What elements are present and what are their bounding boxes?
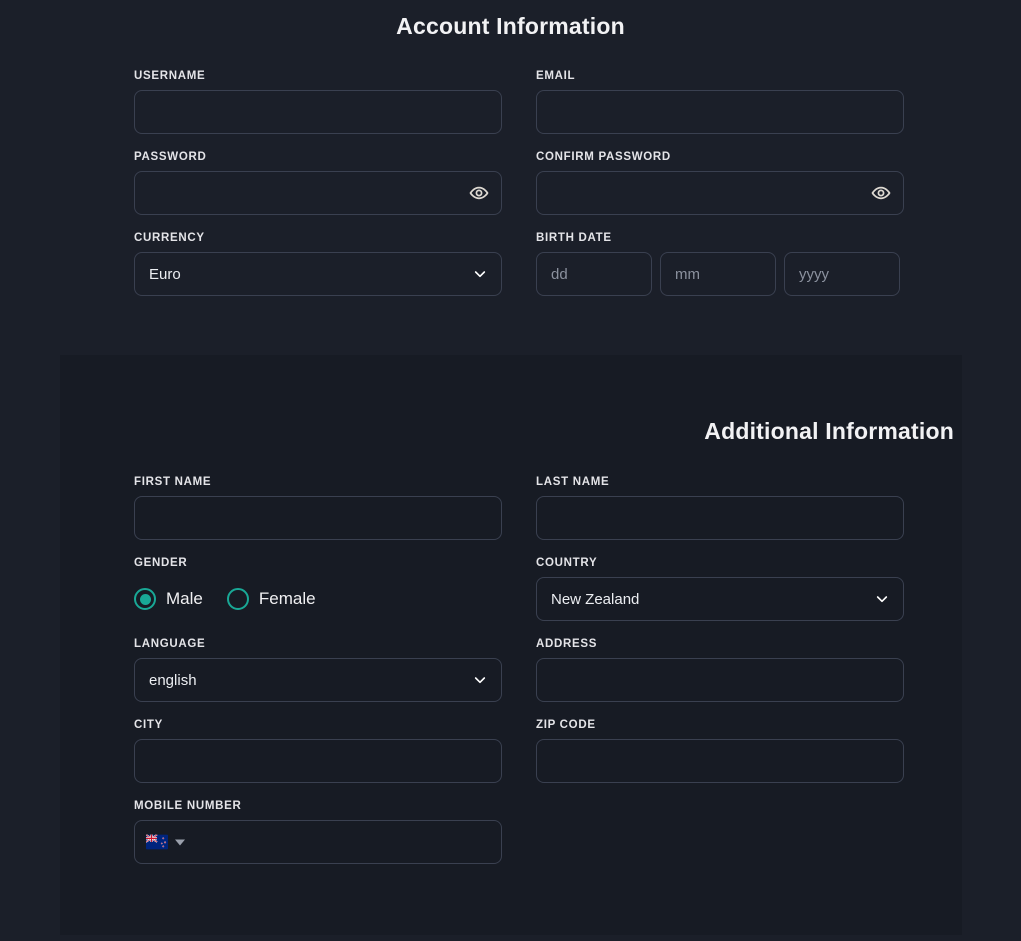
first-name-field-wrap	[134, 496, 502, 540]
gender-radio-group: Male Female	[134, 577, 502, 621]
radio-selected-icon	[134, 588, 156, 610]
confirm-password-visibility-toggle[interactable]	[870, 182, 892, 204]
first-name-label: FIRST NAME	[134, 476, 212, 488]
birth-date-day-input[interactable]	[536, 252, 652, 296]
field-address: ADDRESS	[536, 638, 904, 702]
form-row-username-email: USERNAME EMAIL	[134, 70, 904, 134]
gender-option-male-label: Male	[166, 589, 203, 608]
form-row-names: FIRST NAME LAST NAME	[134, 476, 904, 540]
mobile-number-field-wrap	[134, 820, 502, 864]
last-name-input[interactable]	[536, 496, 904, 540]
password-input[interactable]	[134, 171, 502, 215]
form-row-currency-birthdate: CURRENCY Euro BIRTH DATE	[134, 232, 900, 296]
address-field-wrap	[536, 658, 904, 702]
gender-option-female[interactable]: Female	[226, 588, 316, 610]
eye-icon	[871, 186, 891, 200]
zip-code-field-wrap	[536, 739, 904, 783]
birth-date-month-input[interactable]	[660, 252, 776, 296]
username-field-wrap	[134, 90, 502, 134]
language-select[interactable]: english	[134, 658, 502, 702]
field-birth-date: BIRTH DATE	[536, 232, 904, 296]
currency-field-wrap: Euro	[134, 252, 502, 296]
country-label: COUNTRY	[536, 557, 598, 569]
zip-code-input[interactable]	[536, 739, 904, 783]
email-field-wrap	[536, 90, 904, 134]
first-name-input[interactable]	[134, 496, 502, 540]
language-field-wrap: english	[134, 658, 502, 702]
field-currency: CURRENCY Euro	[134, 232, 502, 296]
field-email: EMAIL	[536, 70, 904, 134]
account-information-title: Account Information	[396, 13, 625, 39]
field-zip-code: ZIP CODE	[536, 719, 904, 783]
form-row-mobile: MOBILE NUMBER	[134, 800, 888, 864]
language-label: LANGUAGE	[134, 638, 206, 650]
form-row-language-address: LANGUAGE english ADDRESS	[134, 638, 904, 702]
city-input[interactable]	[134, 739, 502, 783]
form-row-password: PASSWORD CONFIRM PASSWORD	[134, 151, 904, 215]
field-city: CITY	[134, 719, 502, 783]
field-last-name: LAST NAME	[536, 476, 904, 540]
password-label: PASSWORD	[134, 151, 207, 163]
registration-page: Account Information USERNAME EMAIL PASSW…	[0, 0, 1021, 941]
mobile-number-label: MOBILE NUMBER	[134, 800, 242, 812]
gender-option-female-label: Female	[258, 589, 316, 608]
username-label: USERNAME	[134, 70, 206, 82]
caret-down-icon	[175, 839, 185, 845]
email-label: EMAIL	[536, 70, 576, 82]
confirm-password-label: CONFIRM PASSWORD	[536, 151, 671, 163]
address-input[interactable]	[536, 658, 904, 702]
radio-unselected-icon	[226, 588, 249, 610]
field-mobile-number: MOBILE NUMBER	[134, 800, 502, 864]
password-field-wrap	[134, 171, 502, 215]
zip-code-label: ZIP CODE	[536, 719, 596, 731]
city-field-wrap	[134, 739, 502, 783]
field-language: LANGUAGE english	[134, 638, 502, 702]
eye-icon	[469, 186, 489, 200]
birth-date-year-input[interactable]	[784, 252, 900, 296]
field-country: COUNTRY New Zealand	[536, 557, 904, 621]
address-label: ADDRESS	[536, 638, 598, 650]
field-gender: GENDER Male Female	[134, 557, 502, 621]
field-first-name: FIRST NAME	[134, 476, 502, 540]
form-row-gender-country: GENDER Male Female COUNTRY New Zealand	[134, 557, 904, 621]
gender-label: GENDER	[134, 557, 188, 569]
new-zealand-flag-icon	[146, 834, 168, 850]
field-username: USERNAME	[134, 70, 502, 134]
last-name-field-wrap	[536, 496, 904, 540]
country-field-wrap: New Zealand	[536, 577, 904, 621]
country-code-selector[interactable]	[146, 834, 185, 850]
field-confirm-password: CONFIRM PASSWORD	[536, 151, 904, 215]
currency-label: CURRENCY	[134, 232, 205, 244]
mobile-row-spacer	[536, 800, 904, 864]
mobile-number-input[interactable]	[134, 820, 502, 864]
password-visibility-toggle[interactable]	[468, 182, 490, 204]
field-password: PASSWORD	[134, 151, 502, 215]
confirm-password-input[interactable]	[536, 171, 904, 215]
form-row-city-zip: CITY ZIP CODE	[134, 719, 904, 783]
username-input[interactable]	[134, 90, 502, 134]
currency-select[interactable]: Euro	[134, 252, 502, 296]
city-label: CITY	[134, 719, 163, 731]
last-name-label: LAST NAME	[536, 476, 610, 488]
email-input[interactable]	[536, 90, 904, 134]
additional-information-title: Additional Information	[704, 418, 954, 444]
gender-option-male[interactable]: Male	[134, 588, 203, 610]
additional-information-form: FIRST NAME LAST NAME GENDER Male Female …	[134, 476, 904, 881]
country-select[interactable]: New Zealand	[536, 577, 904, 621]
birth-date-group	[536, 252, 904, 296]
confirm-password-field-wrap	[536, 171, 904, 215]
account-information-form: USERNAME EMAIL PASSWORD CONFIRM PASSWORD…	[134, 70, 904, 313]
birth-date-label: BIRTH DATE	[536, 232, 612, 244]
